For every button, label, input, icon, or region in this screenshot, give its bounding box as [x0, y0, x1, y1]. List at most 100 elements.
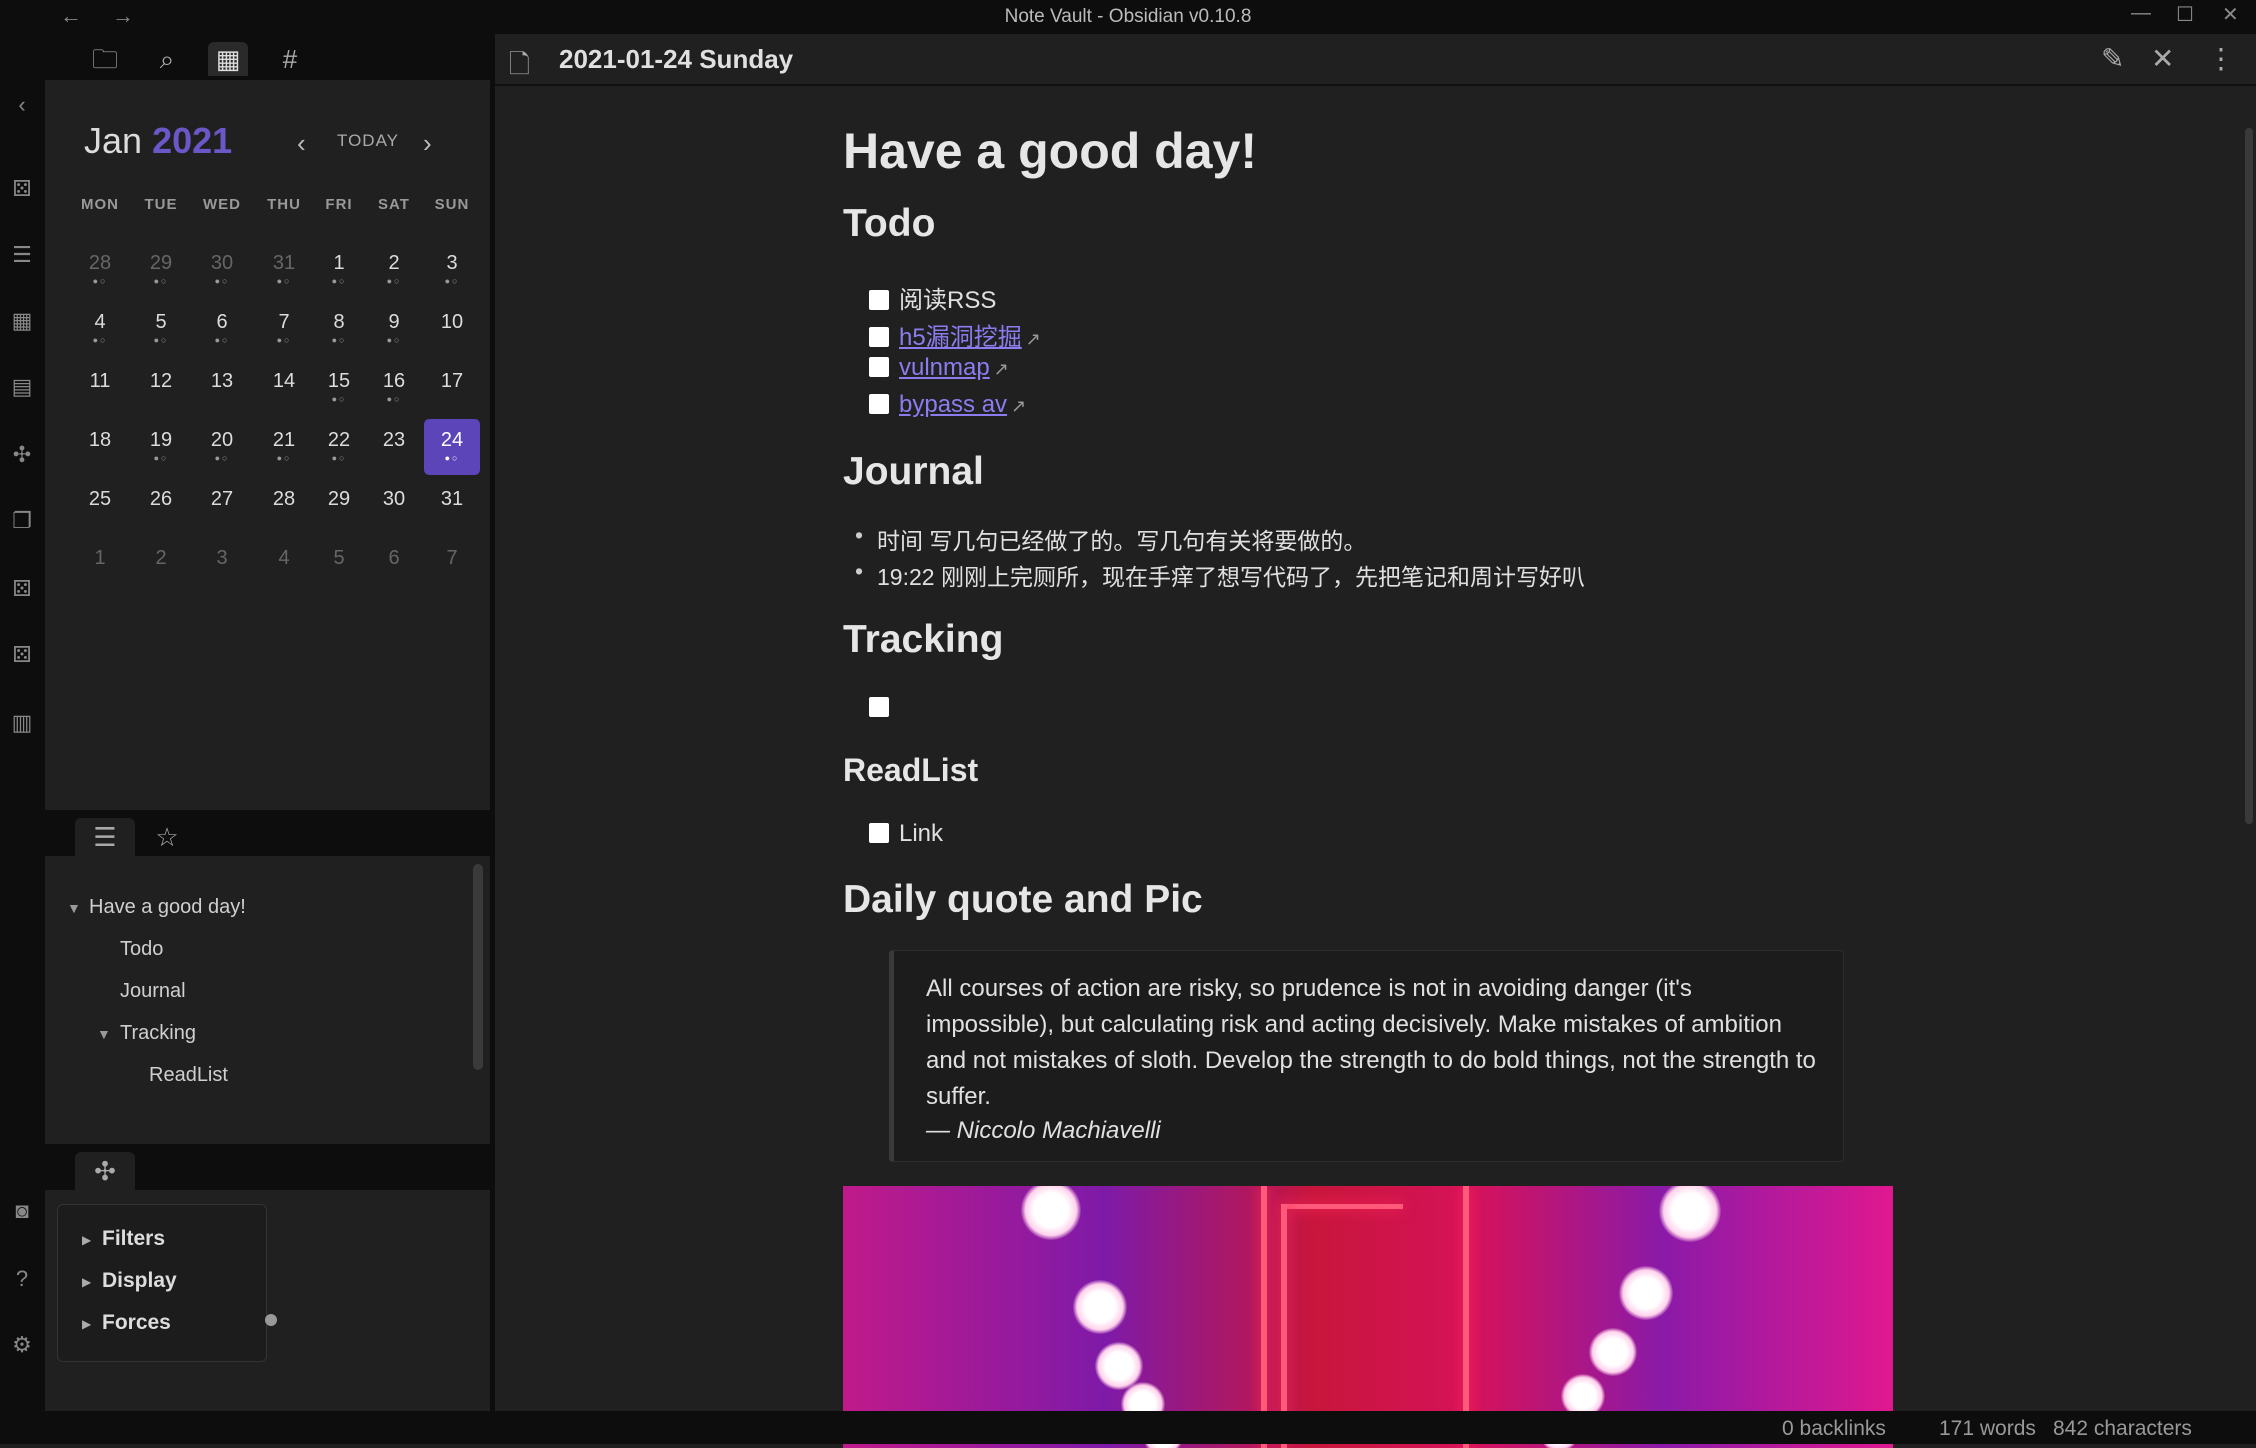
checkbox[interactable]: [869, 823, 889, 843]
todo-task[interactable]: bypass av ↗: [869, 391, 1026, 419]
dice-icon[interactable]: ⚄: [9, 176, 35, 202]
file-title[interactable]: 2021-01-24 Sunday: [559, 44, 793, 75]
calendar-icon[interactable]: ▦: [208, 42, 248, 76]
help-icon[interactable]: ?: [9, 1266, 35, 1292]
calendar-day[interactable]: 11: [72, 360, 128, 416]
calendar-day[interactable]: 14: [256, 360, 312, 416]
outline-item[interactable]: Journal: [120, 980, 186, 1003]
task-link[interactable]: bypass av: [899, 391, 1007, 418]
calendar-day[interactable]: 3 ●○: [424, 242, 480, 298]
checkbox[interactable]: [869, 290, 889, 310]
calendar-day[interactable]: 26: [133, 478, 189, 534]
calendar-day[interactable]: 9 ●○: [366, 301, 422, 357]
edit-icon[interactable]: ✎: [2101, 42, 2124, 75]
graph-icon[interactable]: ✣: [75, 1152, 135, 1190]
calendar-day[interactable]: 6 ●○: [194, 301, 250, 357]
calendar-check-icon[interactable]: ▦: [9, 308, 35, 334]
task-link[interactable]: h5漏洞挖掘: [899, 324, 1022, 351]
close-icon[interactable]: ✕: [2151, 42, 2174, 75]
checkbox[interactable]: [869, 697, 889, 717]
calendar-day[interactable]: 27: [194, 478, 250, 534]
todo-task[interactable]: h5漏洞挖掘 ↗: [869, 317, 1041, 352]
outline-item[interactable]: Have a good day!: [89, 896, 246, 919]
settings-icon[interactable]: ⚙: [9, 1332, 35, 1358]
graph-node[interactable]: [265, 1314, 277, 1326]
forces-caret-icon[interactable]: ▶: [82, 1317, 91, 1331]
calendar-day[interactable]: 20 ●○: [194, 419, 250, 475]
graph-filters-toggle[interactable]: Filters: [102, 1227, 165, 1251]
display-caret-icon[interactable]: ▶: [82, 1275, 91, 1289]
calendar-day[interactable]: 13: [194, 360, 250, 416]
calendar-day[interactable]: 30 ●○: [194, 242, 250, 298]
outline-item[interactable]: ReadList: [149, 1064, 228, 1087]
calendar-day[interactable]: 5 ●○: [133, 301, 189, 357]
close-window-button[interactable]: ✕: [2222, 2, 2239, 27]
calendar-day[interactable]: 6: [366, 537, 422, 593]
calendar-day[interactable]: 4: [256, 537, 312, 593]
filters-caret-icon[interactable]: ▶: [82, 1233, 91, 1247]
calendar-day[interactable]: 2 ●○: [366, 242, 422, 298]
collapse-left-icon[interactable]: ‹: [9, 92, 35, 118]
checkbox[interactable]: [869, 394, 889, 414]
minimize-button[interactable]: —: [2131, 2, 2151, 25]
graph-icon[interactable]: ✣: [9, 442, 35, 468]
calendar-next-button[interactable]: ›: [423, 128, 432, 159]
calendar-day[interactable]: 29: [311, 478, 367, 534]
dice-icon-3[interactable]: ⚄: [9, 642, 35, 668]
maximize-button[interactable]: ☐: [2176, 2, 2194, 27]
calendar-day[interactable]: 12: [133, 360, 189, 416]
graph-forces-toggle[interactable]: Forces: [102, 1311, 171, 1335]
checkbox[interactable]: [869, 357, 889, 377]
checkbox[interactable]: [869, 327, 889, 347]
backlinks-count[interactable]: 0 backlinks: [1782, 1417, 1886, 1441]
calendar-day[interactable]: 21 ●○: [256, 419, 312, 475]
graph-display-toggle[interactable]: Display: [102, 1269, 177, 1293]
outline-list-icon[interactable]: ☰: [75, 818, 135, 856]
calendar-day[interactable]: 23: [366, 419, 422, 475]
todo-task[interactable]: 阅读RSS: [869, 280, 996, 315]
calendar-day[interactable]: 22 ●○: [311, 419, 367, 475]
calendar-day[interactable]: 19 ●○: [133, 419, 189, 475]
more-options-icon[interactable]: ⋮: [2207, 42, 2235, 75]
outline-item[interactable]: Todo: [120, 938, 163, 961]
calendar-day[interactable]: 10: [424, 301, 480, 357]
calendar-day-selected[interactable]: 24 ●○: [424, 419, 480, 475]
calendar-day[interactable]: 17: [424, 360, 480, 416]
tracking-task[interactable]: [869, 694, 899, 722]
outline-caret-icon[interactable]: ▼: [97, 1026, 111, 1042]
folder-icon[interactable]: 🗀: [85, 42, 125, 76]
checklist-icon[interactable]: ▤: [9, 374, 35, 400]
readlist-task[interactable]: Link: [869, 820, 943, 848]
calendar-day[interactable]: 28: [256, 478, 312, 534]
search-icon[interactable]: ⌕: [147, 42, 187, 76]
calendar-day[interactable]: 31 ●○: [256, 242, 312, 298]
calendar-day[interactable]: 7: [424, 537, 480, 593]
task-link[interactable]: vulnmap: [899, 354, 990, 381]
calendar-day[interactable]: 2: [133, 537, 189, 593]
camera-icon[interactable]: ◙: [9, 1198, 35, 1224]
calendar-day[interactable]: 25: [72, 478, 128, 534]
calendar-day[interactable]: 7 ●○: [256, 301, 312, 357]
outline-item[interactable]: Tracking: [120, 1022, 196, 1045]
star-icon[interactable]: ☆: [137, 818, 197, 856]
calendar-day[interactable]: 1: [72, 537, 128, 593]
calendar-prev-button[interactable]: ‹: [297, 128, 306, 159]
calendar-day[interactable]: 8 ●○: [311, 301, 367, 357]
outline-scrollbar[interactable]: [473, 864, 483, 1070]
copy-icon[interactable]: ❐: [9, 508, 35, 534]
calendar-day[interactable]: 3: [194, 537, 250, 593]
calendar-day[interactable]: 5: [311, 537, 367, 593]
calendar-day[interactable]: 4 ●○: [72, 301, 128, 357]
hashtag-icon[interactable]: #: [270, 42, 310, 76]
list-icon[interactable]: ☰: [9, 242, 35, 268]
todo-task[interactable]: vulnmap ↗: [869, 354, 1009, 382]
calendar-day[interactable]: 28 ●○: [72, 242, 128, 298]
calendar-day[interactable]: 18: [72, 419, 128, 475]
dice-icon-2[interactable]: ⚄: [9, 576, 35, 602]
table-icon[interactable]: ▥: [9, 710, 35, 736]
calendar-day[interactable]: 16 ●○: [366, 360, 422, 416]
editor-scrollbar[interactable]: [2245, 128, 2253, 824]
outline-caret-icon[interactable]: ▼: [67, 900, 81, 916]
calendar-today-button[interactable]: TODAY: [337, 131, 399, 151]
calendar-day[interactable]: 29 ●○: [133, 242, 189, 298]
